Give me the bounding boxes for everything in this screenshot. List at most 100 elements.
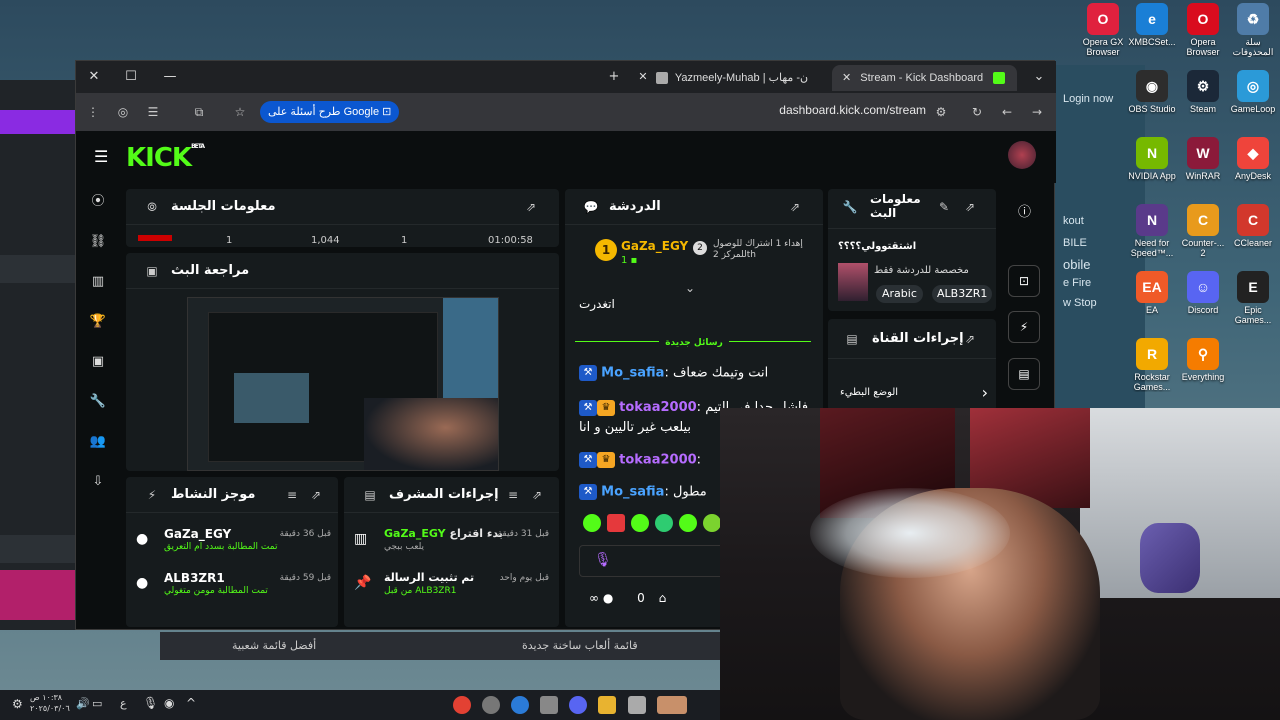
emote-icon[interactable] (679, 514, 697, 532)
forward-icon[interactable]: ← (998, 103, 1016, 121)
bolt-icon[interactable]: ⚡ (1008, 311, 1040, 343)
chat-username[interactable]: tokaa2000 (619, 453, 697, 468)
minimize-icon[interactable]: — (161, 68, 179, 86)
discord-icon[interactable] (569, 696, 587, 714)
desktop-icon[interactable]: e XMBCSet... (1127, 3, 1177, 57)
extensions-icon[interactable]: ⧉ (190, 103, 208, 121)
scroll-down-icon[interactable]: ⌄ (685, 281, 695, 295)
trophy-icon[interactable]: 🏆 (89, 313, 107, 331)
popout-icon[interactable]: ⇗ (523, 199, 539, 215)
address-bar[interactable]: dashboard.kick.com/stream (779, 103, 926, 117)
top-gifter-user[interactable]: GaZa_EGY (621, 239, 688, 253)
clip-icon[interactable]: ⊡ (1008, 265, 1040, 297)
emote-icon[interactable] (607, 514, 625, 532)
settings-icon[interactable] (482, 696, 500, 714)
desktop-icon[interactable]: E Epic Games... (1228, 271, 1278, 325)
app-icon[interactable] (540, 696, 558, 714)
download-icon[interactable]: ⇩ (89, 473, 107, 491)
desktop-icon[interactable]: ◎ GameLoop (1228, 70, 1278, 124)
tag-chip[interactable]: Arabic (876, 285, 923, 303)
emote-icon[interactable] (631, 514, 649, 532)
chrome-icon[interactable] (453, 696, 471, 714)
stream-preview[interactable] (187, 297, 499, 471)
desktop-icon[interactable]: C Counter-... 2 (1178, 204, 1228, 258)
desktop-icon[interactable]: R Rockstar Games... (1127, 338, 1177, 392)
desktop-icon[interactable]: ◉ OBS Studio (1127, 70, 1177, 124)
desktop-icon[interactable]: EA EA (1127, 271, 1177, 325)
community-icon[interactable]: 👥 (89, 433, 107, 451)
desktop-icon[interactable]: ☺ Discord (1178, 271, 1228, 325)
video-icon[interactable]: ▣ (89, 353, 107, 371)
activity-user[interactable]: ALB3ZR1 (164, 571, 225, 585)
tab-kick-dashboard[interactable]: ✕ Stream - Kick Dashboard (832, 65, 1017, 91)
emote-icon[interactable] (703, 514, 721, 532)
desktop-icon[interactable]: C CCleaner (1228, 204, 1278, 258)
desktop-icon[interactable]: N NVIDIA App (1127, 137, 1177, 191)
tab-close-icon[interactable]: ✕ (842, 72, 851, 84)
tab-search-icon[interactable]: ⌄ (1030, 68, 1048, 86)
mod-user[interactable]: GaZa_EGY (384, 527, 446, 540)
popout-icon[interactable]: ⇗ (787, 199, 803, 215)
network-icon[interactable]: ⚙ (12, 697, 23, 711)
desktop-icon[interactable]: ◆ AnyDesk (1228, 137, 1278, 191)
desktop-icon[interactable]: N Need for Speed™... (1127, 204, 1177, 258)
tag-chip[interactable]: ALB3ZR1 (932, 285, 993, 303)
desktop-icon[interactable]: ⚲ Everything (1178, 338, 1228, 392)
app-icon[interactable] (657, 696, 687, 714)
store-icon[interactable]: ⌂ (659, 591, 667, 605)
desktop-icon[interactable]: W WinRAR (1178, 137, 1228, 191)
chat-username[interactable]: Mo_safia (601, 366, 664, 381)
wifi-icon[interactable]: ◉ (164, 696, 174, 710)
emote-icon[interactable] (655, 514, 673, 532)
clock[interactable]: ١٠:٣٨ ص ٢٠٢٥/٠٣/٠٦ (30, 692, 70, 714)
reload-icon[interactable]: ↻ (968, 103, 986, 121)
popout-icon[interactable]: ⇗ (962, 331, 978, 347)
back-icon[interactable]: → (1028, 103, 1046, 121)
site-settings-icon[interactable]: ⚙ (932, 103, 950, 121)
edit-icon[interactable]: ✎ (936, 199, 952, 215)
notes-icon[interactable]: ▤ (1008, 358, 1040, 390)
kick-logo[interactable]: KICKBETA (126, 143, 205, 173)
bottom-right-label[interactable]: قائمة ألعاب ساخنة جديدة (522, 639, 638, 652)
info-icon[interactable]: ⓘ (1018, 201, 1031, 220)
new-tab-icon[interactable]: + (605, 68, 623, 86)
category-thumbnail[interactable] (838, 263, 868, 301)
battery-icon[interactable]: ▭ (92, 697, 102, 710)
reading-list-icon[interactable]: ☰ (144, 103, 162, 121)
desktop-icon[interactable]: ♻ سلة المحذوفات (1228, 3, 1278, 57)
wrench-icon[interactable]: 🔧 (89, 393, 107, 411)
stream-icon[interactable]: ⦿ (89, 193, 107, 211)
maximize-icon[interactable]: ☐ (122, 68, 140, 86)
slow-mode-row[interactable]: الوضع البطيء › (838, 383, 988, 403)
link-icon[interactable]: ⛓ (89, 233, 107, 251)
popout-icon[interactable]: ⇗ (962, 199, 978, 215)
popout-icon[interactable]: ⇗ (529, 487, 545, 503)
google-lens-pill[interactable]: طرح أسئلة على Google ⊡ (260, 101, 400, 123)
bottom-left-label[interactable]: أفضل قائمة شعبية (232, 639, 316, 652)
close-window-icon[interactable]: ✕ (85, 68, 103, 86)
edge-icon[interactable] (511, 696, 529, 714)
tab-close-icon[interactable]: ✕ (634, 68, 652, 86)
desktop-icon[interactable]: O Opera Browser (1178, 3, 1228, 57)
filter-icon[interactable]: ≡ (284, 487, 300, 503)
microphone-icon[interactable]: 🎙 (143, 696, 158, 710)
popout-icon[interactable]: ⇗ (308, 487, 324, 503)
desktop-icon[interactable]: ⚙ Steam (1178, 70, 1228, 124)
chevron-up-icon[interactable]: ^ (186, 696, 196, 710)
volume-icon[interactable]: 🔊 (76, 697, 90, 710)
user-avatar[interactable] (1008, 141, 1036, 169)
hamburger-menu-icon[interactable]: ☰ (94, 147, 108, 166)
analytics-icon[interactable]: ▥ (89, 273, 107, 291)
bookmark-star-icon[interactable]: ☆ (231, 103, 249, 121)
app-icon[interactable] (628, 696, 646, 714)
activity-user[interactable]: GaZa_EGY (164, 527, 231, 541)
profile-icon[interactable]: ◎ (114, 103, 132, 121)
tab-youtube[interactable]: Yazmeely-Muhab | ن- مهاب (656, 65, 816, 110)
menu-dots-icon[interactable]: ⋮ (84, 103, 102, 121)
emote-icon[interactable] (583, 514, 601, 532)
file-explorer-icon[interactable] (598, 696, 616, 714)
chat-username[interactable]: Mo_safia (601, 485, 664, 500)
desktop-icon[interactable]: O Opera GX Browser (1078, 3, 1128, 57)
chat-username[interactable]: tokaa2000 (619, 400, 697, 415)
microphone-icon[interactable]: 🎙 (594, 552, 612, 568)
